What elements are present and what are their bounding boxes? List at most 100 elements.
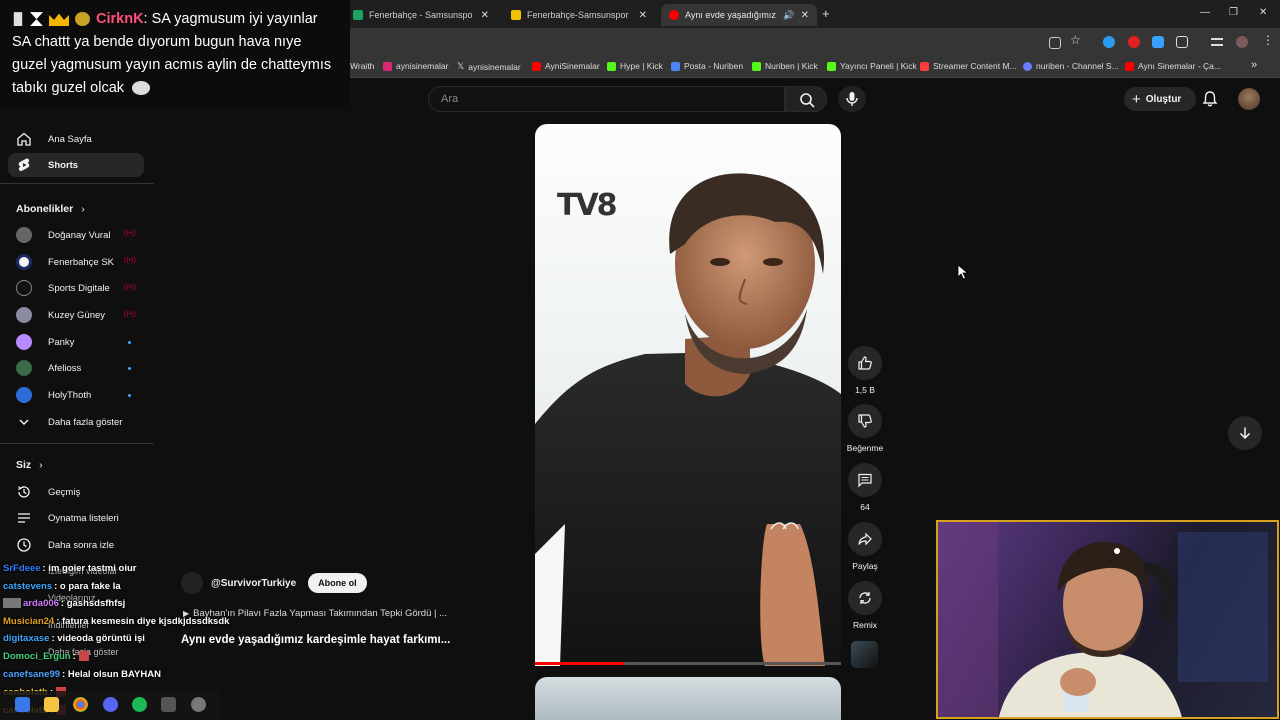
extension-icon[interactable] [1128,36,1140,48]
subscription-item[interactable]: HolyThoth [8,383,144,407]
dislike-button[interactable]: Beğenme [846,404,884,453]
close-tab-icon[interactable]: ✕ [639,10,647,21]
new-tab-icon[interactable]: + [822,6,830,21]
voice-search-button[interactable] [838,86,866,112]
extension-icon[interactable] [1152,36,1164,48]
audio-icon[interactable]: 🔊 [783,10,794,21]
bookmark-item[interactable]: 𝕏aynisinemalar [457,61,521,72]
browser-tab-1[interactable]: Fenerbahçe - Samsunspor canlı ✕ [345,4,497,26]
show-more-button[interactable]: Daha fazla göster [8,410,144,434]
subscription-label: Fenerbahçe SK [48,256,115,268]
chat-username: catstevens [3,581,53,592]
bookmark-item[interactable]: Streamer Content M... [920,61,1017,71]
arrow-down-icon [1239,427,1251,440]
browser-tab-3[interactable]: Aynı evde yaşadığımız kardı 🔊 ✕ [661,4,817,26]
subscription-item[interactable]: Afelioss [8,356,144,380]
bookmark-item[interactable]: Posta - Nuriben [671,61,743,71]
bookmark-item[interactable]: aynisinemalar [383,61,448,71]
webcam-feed [938,522,1268,717]
like-button[interactable]: 1,5 B [846,346,884,395]
sidebar-item-label: Daha sonra izle [48,539,115,551]
remix-button[interactable]: Remix [846,581,884,630]
x-logo-icon: 𝕏 [457,61,465,71]
chat-text: : [72,651,76,662]
chat-line: SrFdeee: im goier tastmi oiur [3,563,136,574]
file-explorer-icon[interactable] [44,697,59,712]
sidebar-item-playlists[interactable]: Oynatma listeleri [8,506,144,530]
create-button[interactable]: + Oluştur [1124,87,1196,111]
next-short-preview[interactable] [535,677,841,720]
channel-avatar[interactable] [181,572,203,594]
thumbs-down-icon [858,414,872,428]
obs-icon[interactable] [191,697,206,712]
like-count: 1,5 B [855,385,875,395]
short-video-player[interactable]: TV8 [535,124,841,666]
close-tab-icon[interactable]: ✕ [481,10,489,21]
tab-search-icon[interactable] [1211,38,1223,46]
chrome-icon[interactable] [73,697,88,712]
channel-thumbnail[interactable] [851,641,878,668]
video-progress-bar[interactable] [535,662,841,665]
webcam-overlay [936,520,1279,719]
menu-kebab-icon[interactable]: ⋮ [1262,33,1274,47]
channel-avatar [16,254,32,270]
subscription-label: Afelioss [48,362,82,374]
bookmarks-overflow-button[interactable]: » [1251,59,1257,71]
channel-name[interactable]: @SurvivorTurkiye [211,578,296,589]
chat-highlight-panel: CirknK: SA yagmusum iyi yayınlar SA chat… [0,0,350,110]
bookmark-item[interactable]: nuriben - Channel S... [1023,61,1119,71]
subscribe-button[interactable]: Abone ol [308,573,367,593]
bookmark-item[interactable]: Wraith [350,61,374,71]
show-more-label: Daha fazla göster [48,416,123,428]
search-input[interactable]: Ara [428,86,785,112]
discord-icon[interactable] [103,697,118,712]
bookmark-item[interactable]: Hype | Kick [607,61,663,71]
sidebar-item-watch-later[interactable]: Daha sonra izle [8,533,144,557]
tv8-logo: TV8 [557,188,618,223]
notifications-bell-icon[interactable] [1201,90,1219,108]
sidebar-item-shorts[interactable]: Shorts [8,153,144,177]
sidebar-item-label: Geçmiş [48,486,81,498]
channel-avatar [16,360,32,376]
install-app-icon[interactable] [1049,37,1061,49]
tab-favicon [353,10,363,20]
app-icon[interactable] [161,697,176,712]
close-tab-icon[interactable]: ✕ [801,10,809,21]
share-button[interactable]: Paylaş [846,522,884,571]
extensions-puzzle-icon[interactable] [1176,36,1188,48]
bookmark-item[interactable]: Yayıncı Paneli | Kick [827,61,917,71]
bookmark-item[interactable]: Nuriben | Kick [752,61,818,71]
account-avatar[interactable] [1238,88,1260,110]
close-window-icon[interactable]: ✕ [1259,7,1267,18]
profile-icon[interactable] [1236,36,1248,48]
emote-icon [132,81,151,96]
short-title[interactable]: Aynı evde yaşadığımız kardeşimle hayat f… [181,634,450,646]
bookmark-item[interactable]: AyniSinemalar [532,61,600,71]
windows-start-icon[interactable] [15,697,30,712]
bookmark-item[interactable]: Aynı Sinemalar - Ça... [1125,61,1221,71]
restore-icon[interactable]: ❐ [1229,7,1238,18]
subscription-label: Kuzey Güney [48,309,106,321]
minimize-icon[interactable]: — [1200,7,1210,18]
sidebar-item-history[interactable]: Geçmiş [8,480,144,504]
hourglass-badge-icon [30,12,43,27]
sidebar-item-home[interactable]: Ana Sayfa [8,127,144,151]
subscription-item[interactable]: Panky [8,330,144,354]
search-placeholder: Ara [441,93,459,105]
subscription-label: Sports Digitale [48,282,110,294]
short-channel-row: @SurvivorTurkiye Abone ol [181,572,367,594]
chat-username: Musician24 [3,616,55,627]
channel-icon [1023,61,1032,71]
sidebar-item-label: Ana Sayfa [48,133,92,145]
bookmark-star-icon[interactable]: ☆ [1070,33,1081,47]
subscriptions-heading[interactable]: Abonelikler › [16,203,85,215]
comments-button[interactable]: 64 [846,463,884,512]
next-short-button[interactable] [1228,416,1262,450]
search-button[interactable] [785,86,827,112]
spotify-icon[interactable] [132,697,147,712]
browser-tab-2[interactable]: Fenerbahçe-Samsunspor | 06.0 ✕ [503,4,655,26]
extension-icon[interactable] [1103,36,1115,48]
you-heading[interactable]: Siz › [16,459,43,471]
bookmark-label: Posta - Nuriben [684,61,744,71]
related-video-link[interactable]: ▶ Bayhan'ın Pilavı Fazla Yapması Takımınd… [183,608,447,619]
